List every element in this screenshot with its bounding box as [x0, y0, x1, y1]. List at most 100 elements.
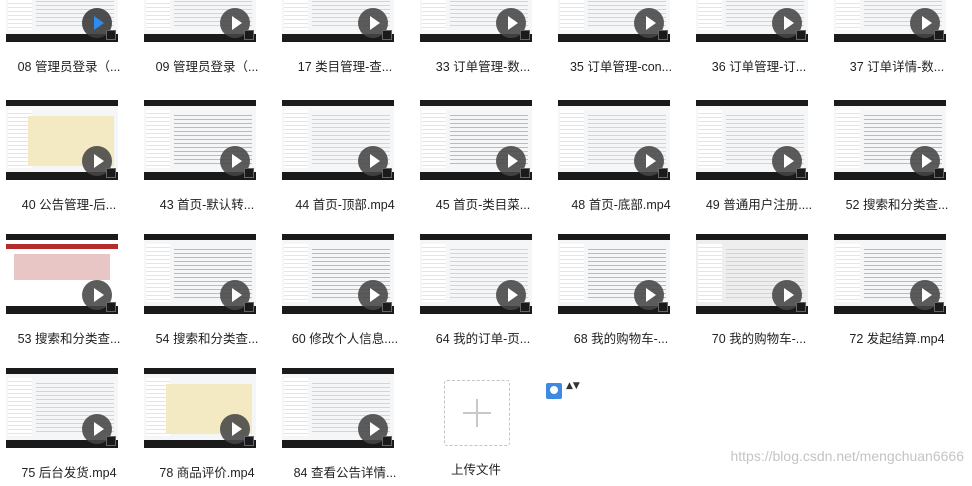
- video-badge-icon: [244, 302, 254, 312]
- file-name: 09 管理员登录（...: [155, 60, 259, 74]
- video-thumbnail: [6, 100, 118, 180]
- watermark: https://blog.csdn.net/mengchuan6666: [730, 448, 964, 464]
- video-badge-icon: [796, 302, 806, 312]
- file-name: 72 发起结算.mp4: [849, 332, 945, 346]
- file-name: 53 搜索和分类查...: [17, 332, 121, 346]
- file-name: 78 商品评价.mp4: [159, 466, 255, 480]
- video-file-item[interactable]: 40 公告管理-后...: [0, 100, 138, 218]
- video-thumbnail: [282, 0, 394, 42]
- file-name: 48 首页-底部.mp4: [571, 198, 671, 212]
- video-thumbnail: [6, 234, 118, 314]
- video-file-item[interactable]: 35 订单管理-con...: [552, 0, 690, 80]
- video-file-item[interactable]: 64 我的订单-页...: [414, 234, 552, 352]
- video-thumbnail: [696, 234, 808, 314]
- video-badge-icon: [106, 168, 116, 178]
- video-thumbnail: [420, 0, 532, 42]
- video-badge-icon: [382, 168, 392, 178]
- video-thumbnail: [6, 0, 118, 42]
- video-thumbnail: [834, 0, 946, 42]
- file-name: 49 普通用户注册....: [705, 198, 813, 212]
- video-badge-icon: [106, 302, 116, 312]
- video-file-item[interactable]: 72 发起结算.mp4: [828, 234, 966, 352]
- video-badge-icon: [520, 168, 530, 178]
- video-file-item[interactable]: 36 订单管理-订...: [690, 0, 828, 80]
- view-switch[interactable]: ▲▼: [544, 381, 580, 400]
- video-badge-icon: [520, 30, 530, 40]
- video-file-item[interactable]: 37 订单详情-数...: [828, 0, 966, 80]
- video-file-item[interactable]: 78 商品评价.mp4: [138, 368, 276, 486]
- video-badge-icon: [382, 30, 392, 40]
- video-file-item[interactable]: 17 类目管理-查...: [276, 0, 414, 80]
- video-thumbnail: [834, 100, 946, 180]
- video-file-item[interactable]: 45 首页-类目菜...: [414, 100, 552, 218]
- video-badge-icon: [106, 30, 116, 40]
- video-badge-icon: [796, 168, 806, 178]
- file-name: 70 我的购物车-...: [711, 332, 807, 346]
- file-name: 64 我的订单-页...: [435, 332, 531, 346]
- video-file-item[interactable]: 08 管理员登录（...: [0, 0, 138, 80]
- video-thumbnail: [144, 100, 256, 180]
- file-name: 54 搜索和分类查...: [155, 332, 259, 346]
- upload-button[interactable]: [444, 380, 510, 446]
- video-thumbnail: [558, 0, 670, 42]
- video-thumbnail: [420, 100, 532, 180]
- video-file-item[interactable]: 70 我的购物车-...: [690, 234, 828, 352]
- file-name: 40 公告管理-后...: [21, 198, 117, 212]
- file-name: 84 查看公告详情...: [293, 466, 397, 480]
- video-badge-icon: [934, 168, 944, 178]
- video-badge-icon: [382, 436, 392, 446]
- video-thumbnail: [558, 234, 670, 314]
- video-file-item[interactable]: 75 后台发货.mp4: [0, 368, 138, 486]
- video-badge-icon: [106, 436, 116, 446]
- video-thumbnail: [282, 368, 394, 448]
- video-file-item[interactable]: 49 普通用户注册....: [690, 100, 828, 218]
- file-name: 43 首页-默认转...: [159, 198, 255, 212]
- video-thumbnail: [144, 368, 256, 448]
- video-badge-icon: [934, 30, 944, 40]
- file-name: 35 订单管理-con...: [569, 60, 673, 74]
- file-name: 33 订单管理-数...: [435, 60, 531, 74]
- file-name: 08 管理员登录（...: [17, 60, 121, 74]
- file-name: 52 搜索和分类查...: [845, 198, 949, 212]
- video-thumbnail: [696, 0, 808, 42]
- file-name: 36 订单管理-订...: [711, 60, 807, 74]
- file-name: 68 我的购物车-...: [573, 332, 669, 346]
- video-file-item[interactable]: 68 我的购物车-...: [552, 234, 690, 352]
- video-thumbnail: [696, 100, 808, 180]
- video-file-item[interactable]: 53 搜索和分类查...: [0, 234, 138, 352]
- video-file-item[interactable]: 52 搜索和分类查...: [828, 100, 966, 218]
- file-name: 60 修改个人信息....: [291, 332, 399, 346]
- file-name: 37 订单详情-数...: [849, 60, 945, 74]
- file-name: 45 首页-类目菜...: [435, 198, 531, 212]
- video-thumbnail: [282, 100, 394, 180]
- file-name: 44 首页-顶部.mp4: [295, 198, 395, 212]
- video-thumbnail: [282, 234, 394, 314]
- video-thumbnail: [144, 234, 256, 314]
- video-file-item[interactable]: 60 修改个人信息....: [276, 234, 414, 352]
- upload-label: 上传文件: [450, 463, 501, 477]
- user-icon: [546, 383, 562, 399]
- video-badge-icon: [520, 302, 530, 312]
- video-thumbnail: [558, 100, 670, 180]
- video-badge-icon: [244, 168, 254, 178]
- video-file-item[interactable]: 48 首页-底部.mp4: [552, 100, 690, 218]
- video-file-item[interactable]: 33 订单管理-数...: [414, 0, 552, 80]
- video-badge-icon: [658, 168, 668, 178]
- video-file-item[interactable]: 09 管理员登录（...: [138, 0, 276, 80]
- video-file-item[interactable]: 44 首页-顶部.mp4: [276, 100, 414, 218]
- sort-arrows-icon: ▲▼: [566, 381, 580, 391]
- file-name: 75 后台发货.mp4: [21, 466, 117, 480]
- video-badge-icon: [796, 30, 806, 40]
- video-badge-icon: [658, 30, 668, 40]
- video-thumbnail: [420, 234, 532, 314]
- video-badge-icon: [244, 30, 254, 40]
- file-name: 17 类目管理-查...: [297, 60, 393, 74]
- video-thumbnail: [834, 234, 946, 314]
- video-file-item[interactable]: 54 搜索和分类查...: [138, 234, 276, 352]
- video-badge-icon: [382, 302, 392, 312]
- video-thumbnail: [144, 0, 256, 42]
- video-file-item[interactable]: 84 查看公告详情...: [276, 368, 414, 486]
- video-file-item[interactable]: 43 首页-默认转...: [138, 100, 276, 218]
- video-badge-icon: [658, 302, 668, 312]
- video-thumbnail: [6, 368, 118, 448]
